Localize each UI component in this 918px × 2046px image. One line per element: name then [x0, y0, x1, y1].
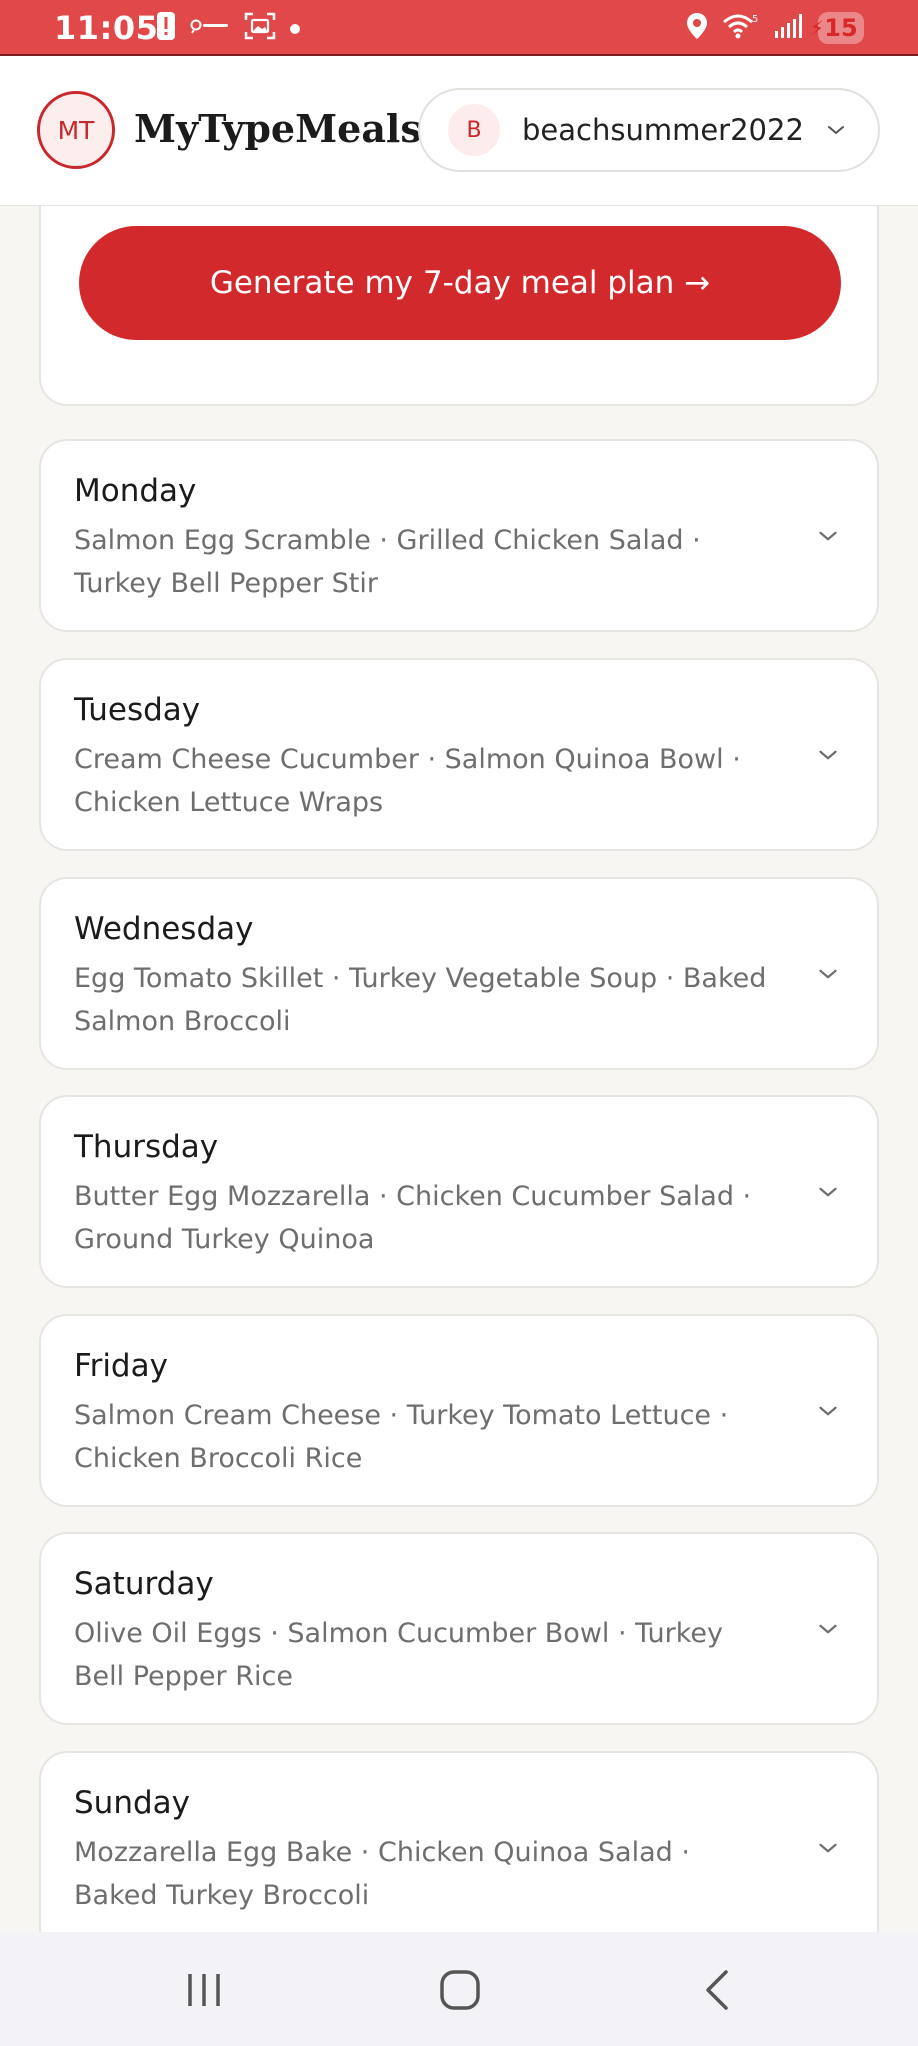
battery-indicator: ⚡ 15 — [810, 12, 864, 44]
day-card-saturday[interactable]: Saturday Olive Oil Eggs · Salmon Cucumbe… — [39, 1532, 879, 1725]
chevron-down-icon — [819, 531, 837, 541]
day-card-thursday[interactable]: Thursday Butter Egg Mozzarella · Chicken… — [39, 1095, 879, 1288]
day-meals: Butter Egg Mozzarella · Chicken Cucumber… — [74, 1181, 752, 1255]
day-meals: Salmon Cream Cheese · Turkey Tomato Lett… — [74, 1400, 729, 1474]
day-name: Thursday — [74, 1129, 219, 1165]
day-name: Sunday — [74, 1785, 190, 1821]
status-bar: 11:05 5 ⚡ 15 — [0, 0, 918, 56]
day-name: Wednesday — [74, 911, 254, 947]
alert-icon — [156, 11, 176, 45]
dot-icon — [290, 19, 300, 38]
day-meals: Cream Cheese Cucumber · Salmon Quinoa Bo… — [74, 744, 741, 818]
status-left-icons — [156, 12, 300, 44]
status-right-icons: 5 ⚡ 15 — [686, 12, 864, 44]
day-meals: Mozzarella Egg Bake · Chicken Quinoa Sal… — [74, 1837, 690, 1911]
battery-level: 15 — [824, 14, 858, 42]
charging-bolt-icon: ⚡ — [810, 16, 825, 40]
day-card-friday[interactable]: Friday Salmon Cream Cheese · Turkey Toma… — [39, 1314, 879, 1507]
svg-text:5: 5 — [752, 14, 758, 25]
back-button[interactable] — [688, 1964, 748, 2016]
app-logo[interactable]: MT — [37, 91, 115, 169]
signal-icon — [774, 13, 804, 43]
day-name: Tuesday — [74, 692, 201, 728]
home-button[interactable] — [430, 1964, 490, 2016]
chevron-down-icon — [819, 1406, 837, 1416]
app-header: MT MyTypeMeals B beachsummer2022 — [0, 56, 918, 206]
day-card-wednesday[interactable]: Wednesday Egg Tomato Skillet · Turkey Ve… — [39, 877, 879, 1070]
app-title: MyTypeMeals — [134, 106, 422, 151]
system-navigation-bar — [0, 1932, 918, 2046]
logo-initials: MT — [57, 115, 95, 145]
chevron-down-icon — [819, 969, 837, 979]
day-card-sunday[interactable]: Sunday Mozzarella Egg Bake · Chicken Qui… — [39, 1751, 879, 1932]
home-icon — [440, 1970, 480, 2010]
generate-meal-plan-button[interactable]: Generate my 7-day meal plan → — [79, 226, 841, 340]
recent-apps-button[interactable] — [174, 1964, 234, 2016]
location-icon — [686, 12, 708, 44]
day-meals: Salmon Egg Scramble · Grilled Chicken Sa… — [74, 525, 701, 599]
chevron-down-icon — [819, 1624, 837, 1634]
day-name: Friday — [74, 1348, 168, 1384]
chevron-down-icon — [819, 1843, 837, 1853]
status-time: 11:05 — [54, 9, 159, 47]
account-username: beachsummer2022 — [522, 113, 804, 147]
day-meals: Olive Oil Eggs · Salmon Cucumber Bowl · … — [74, 1618, 724, 1692]
avatar-initial: B — [466, 117, 482, 143]
chevron-down-icon — [828, 126, 844, 134]
day-card-monday[interactable]: Monday Salmon Egg Scramble · Grilled Chi… — [39, 439, 879, 632]
wifi-icon: 5 — [722, 12, 760, 44]
account-switcher-button[interactable]: B beachsummer2022 — [418, 88, 880, 172]
day-meals: Egg Tomato Skillet · Turkey Vegetable So… — [74, 963, 767, 1037]
generate-plan-card: Generate my 7-day meal plan → — [39, 206, 879, 406]
day-name: Monday — [74, 473, 197, 509]
screenshot-icon — [244, 11, 276, 45]
app-notification-icon — [190, 18, 230, 38]
chevron-down-icon — [819, 1187, 837, 1197]
chevron-down-icon — [819, 750, 837, 760]
day-card-tuesday[interactable]: Tuesday Cream Cheese Cucumber · Salmon Q… — [39, 658, 879, 851]
back-icon — [706, 1970, 728, 2010]
day-name: Saturday — [74, 1566, 214, 1602]
recent-apps-icon — [188, 1974, 220, 2006]
avatar: B — [448, 104, 500, 156]
meal-plan-content[interactable]: Generate my 7-day meal plan → Monday Sal… — [0, 206, 918, 1932]
